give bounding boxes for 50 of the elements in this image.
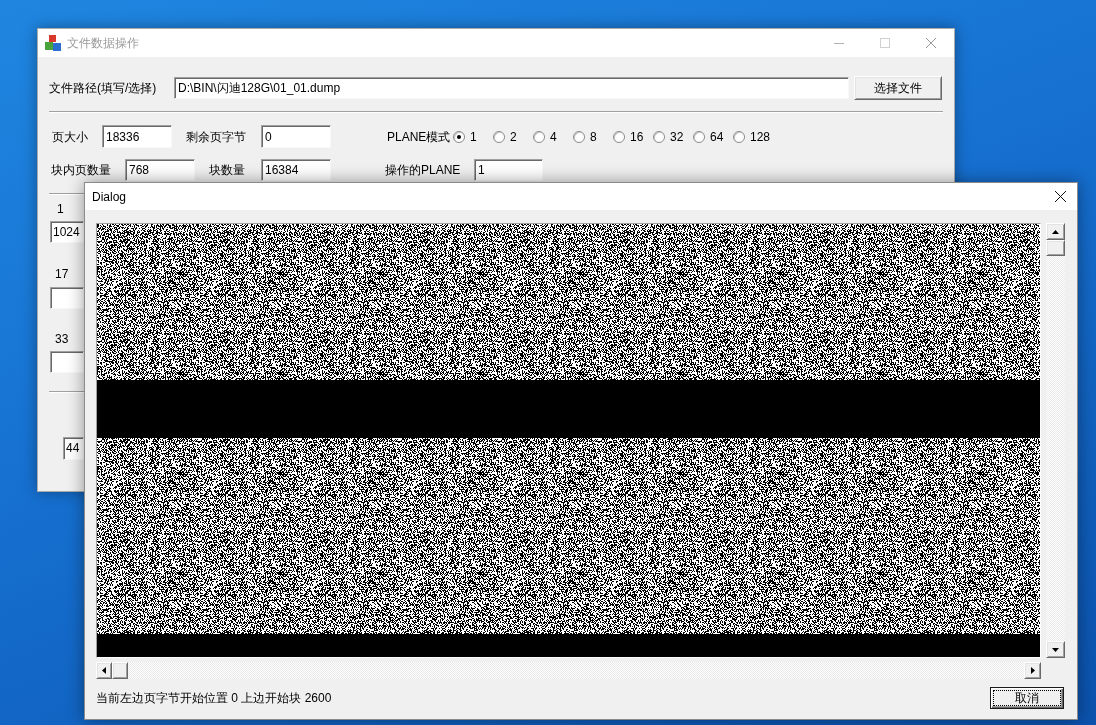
close-icon xyxy=(1054,191,1066,202)
text-field[interactable]: 16384 xyxy=(261,159,331,181)
text-field[interactable]: 18336 xyxy=(102,125,172,148)
radio-option[interactable]: 64 xyxy=(693,127,733,146)
scrollbar-thumb[interactable] xyxy=(112,662,128,679)
radio-option[interactable]: 2 xyxy=(493,127,533,146)
text-field[interactable]: 1 xyxy=(474,159,543,181)
radio-option[interactable]: 128 xyxy=(733,127,773,146)
field-label: 33 xyxy=(55,332,69,346)
horizontal-scrollbar[interactable] xyxy=(96,662,1041,679)
window-title: Dialog xyxy=(92,188,127,206)
left-arrow-icon xyxy=(102,667,106,674)
vertical-scrollbar[interactable] xyxy=(1046,223,1065,658)
radio-option[interactable]: 16 xyxy=(613,127,653,146)
text-field[interactable]: 0 xyxy=(261,125,331,148)
field-label: PLANE模式 xyxy=(387,128,452,146)
text-field[interactable] xyxy=(50,287,84,309)
right-arrow-icon xyxy=(1030,667,1035,674)
minimize-icon xyxy=(834,42,844,44)
down-arrow-icon xyxy=(1052,647,1059,652)
radio-option[interactable]: 1 xyxy=(453,127,493,146)
select-file-button[interactable]: 选择文件 xyxy=(854,76,942,100)
radio-option[interactable]: 8 xyxy=(573,127,613,146)
field-label: 文件路径(填写/选择) xyxy=(49,80,158,97)
scroll-right-button[interactable] xyxy=(1024,662,1041,679)
radio-option[interactable]: 4 xyxy=(533,127,573,146)
scrollbar-thumb[interactable] xyxy=(1046,240,1065,256)
status-text: 当前左边页字节开始位置 0 上边开始块 2600 xyxy=(96,690,332,707)
field-label: 操作的PLANE xyxy=(385,162,462,179)
text-field[interactable]: 1024 xyxy=(50,221,84,243)
field-label: 剩余页字节 xyxy=(186,128,247,146)
field-label: 17 xyxy=(55,267,69,281)
scroll-left-button[interactable] xyxy=(96,662,112,679)
cancel-button[interactable]: 取消 xyxy=(990,687,1064,709)
window-title: 文件数据操作 xyxy=(67,35,139,52)
radio-option[interactable]: 32 xyxy=(653,127,693,146)
field-label: 块内页数量 xyxy=(51,162,112,179)
maximize-icon xyxy=(880,38,890,48)
field-label: 1 xyxy=(57,202,64,216)
text-field[interactable]: D:\BIN\闪迪128G\01_01.dump xyxy=(174,77,849,99)
app-cubes-icon xyxy=(45,35,61,51)
scroll-up-button[interactable] xyxy=(1046,223,1065,240)
close-icon xyxy=(926,38,936,48)
text-field[interactable]: 44 xyxy=(63,436,84,460)
up-arrow-icon xyxy=(1052,229,1059,234)
text-field[interactable]: 768 xyxy=(125,159,195,181)
field-label: 块数量 xyxy=(209,162,246,179)
text-field[interactable] xyxy=(50,351,84,373)
field-label: 页大小 xyxy=(52,128,89,146)
scroll-down-button[interactable] xyxy=(1046,641,1065,658)
